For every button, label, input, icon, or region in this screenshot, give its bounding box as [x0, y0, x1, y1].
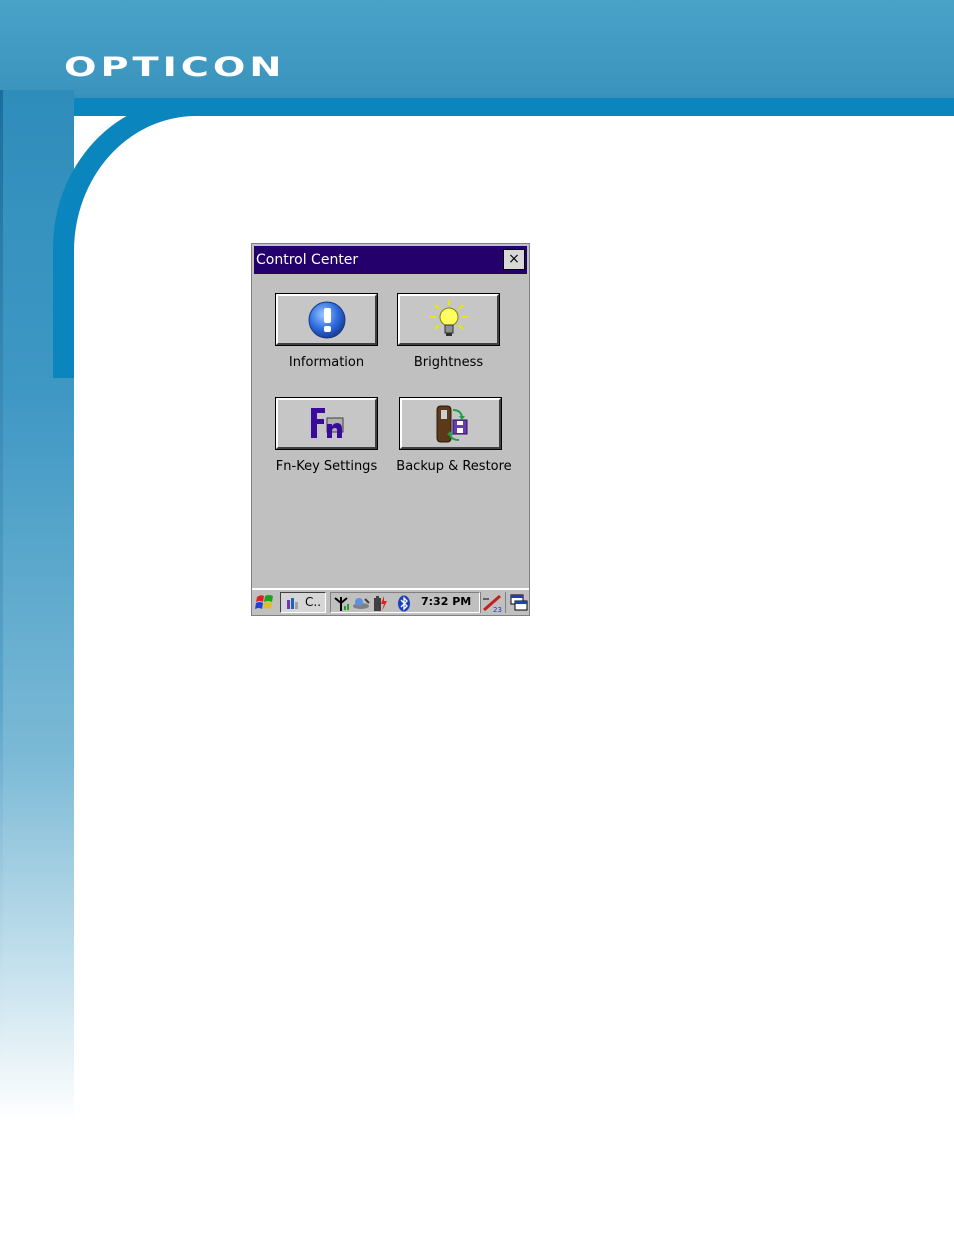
- control-center-icon: [287, 598, 298, 609]
- network-icon[interactable]: [351, 595, 371, 612]
- brightness-icon: [429, 299, 468, 336]
- backup-restore-icon: [436, 405, 467, 442]
- close-icon: ×: [508, 251, 520, 267]
- taskbar-task-label: C..: [305, 595, 322, 609]
- svg-text:23: 23: [493, 606, 502, 613]
- fn-key-icon: [310, 407, 343, 438]
- opticon-logo: OPTICON: [64, 51, 286, 83]
- backup-restore-label: Backup & Restore: [396, 459, 512, 474]
- information-button[interactable]: [275, 293, 378, 346]
- bluetooth-icon[interactable]: [397, 595, 411, 612]
- battery-icon[interactable]: [372, 595, 388, 612]
- signal-icon[interactable]: [333, 595, 351, 612]
- backup-restore-button[interactable]: [399, 397, 502, 450]
- close-button[interactable]: ×: [503, 249, 525, 270]
- window-title: Control Center: [256, 252, 359, 268]
- side-decoration-edge: [0, 90, 3, 1120]
- taskbar-separator: [505, 592, 506, 613]
- information-label: Information: [288, 355, 365, 370]
- taskbar-control-center-button[interactable]: C..: [280, 592, 326, 613]
- fn-key-settings-button[interactable]: [275, 397, 378, 450]
- input-panel-icon[interactable]: 23: [481, 593, 503, 613]
- window-titlebar: Control Center ×: [254, 246, 527, 274]
- information-icon: [308, 301, 345, 338]
- taskbar: C.. 7:32 PM 23: [252, 588, 529, 615]
- desktop-icon[interactable]: [509, 593, 529, 613]
- system-tray: 7:32 PM: [330, 592, 480, 613]
- control-center-window: Control Center × Information Brightness …: [251, 243, 530, 616]
- start-button[interactable]: [254, 593, 276, 613]
- taskbar-clock[interactable]: 7:32 PM: [421, 595, 471, 608]
- brightness-button[interactable]: [397, 293, 500, 346]
- fn-key-settings-label: Fn-Key Settings: [275, 459, 378, 474]
- brightness-label: Brightness: [413, 355, 484, 370]
